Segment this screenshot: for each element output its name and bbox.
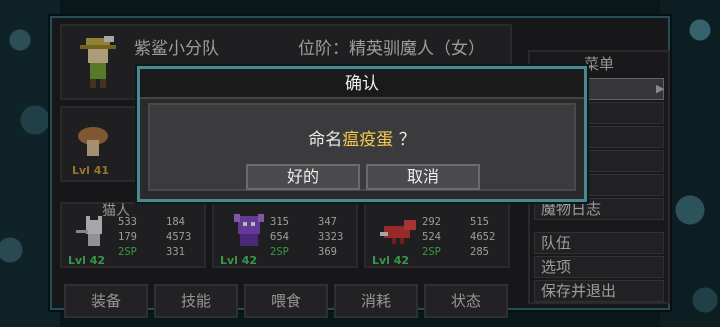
dialog-message: 命名瘟疫蛋 ？	[150, 125, 574, 150]
monster-nickname: 瘟疫蛋	[342, 130, 394, 150]
confirm-dialog: 确认 命名瘟疫蛋 ？ 好的 取消	[137, 66, 587, 202]
message-prefix: 命名	[308, 130, 343, 150]
dialog-title: 确认	[140, 69, 584, 99]
ok-button[interactable]: 好的	[246, 164, 360, 190]
message-suffix: ？	[398, 130, 416, 150]
cancel-button[interactable]: 取消	[366, 164, 480, 190]
dialog-body: 命名瘟疫蛋 ？ 好的 取消	[148, 103, 576, 191]
